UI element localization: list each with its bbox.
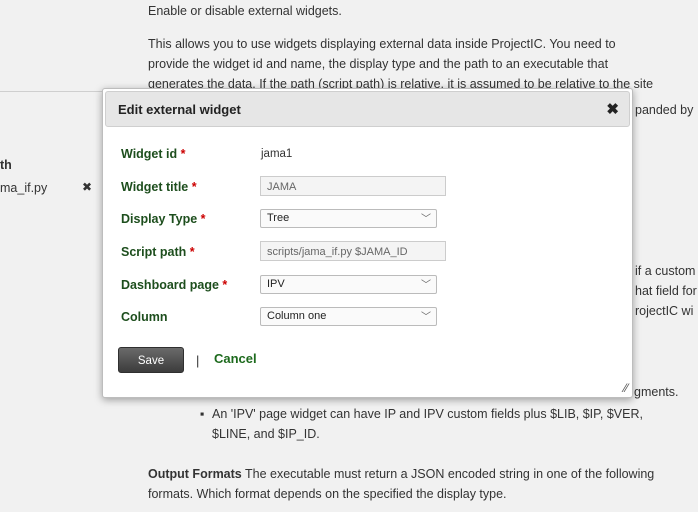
intro-line: Enable or disable external widgets. (148, 4, 342, 18)
column-select[interactable]: Column one ﹀ (260, 307, 437, 326)
dialog-header: Edit external widget ✖ (105, 91, 630, 127)
right-fragment: panded by (635, 103, 694, 117)
partial-bullet-text: gments. (634, 385, 679, 399)
description-paragraph: This allows you to use widgets displayin… (148, 34, 698, 94)
dialog-title: Edit external widget (118, 102, 241, 117)
save-button[interactable]: Save (118, 347, 184, 373)
bullet-list: ▪ An 'IPV' page widget can have IP and I… (200, 404, 698, 444)
bullet-icon: ▪ (200, 407, 205, 421)
widget-title-row: Widget title * JAMA (121, 176, 621, 198)
widget-id-value: jama1 (261, 148, 293, 160)
column-row: Column Column one ﹀ (121, 306, 621, 328)
delete-icon[interactable]: ✖ (82, 180, 92, 194)
button-separator: | (196, 353, 200, 368)
cancel-link[interactable]: Cancel (214, 351, 257, 366)
right-fragment: hat field for (635, 284, 697, 298)
display-type-label: Display Type * (121, 212, 206, 226)
widget-id-label: Widget id * (121, 147, 186, 161)
output-formats-paragraph: Output Formats The executable must retur… (148, 464, 698, 504)
dashboard-page-row: Dashboard page * IPV ﹀ (121, 274, 621, 296)
right-fragment: if a custom (635, 264, 696, 278)
chevron-down-icon: ﹀ (421, 312, 431, 323)
script-path-row: Script path * scripts/jama_if.py $JAMA_I… (121, 241, 621, 263)
column-value: Column one (267, 310, 327, 322)
output-formats-label: Output Formats (148, 467, 242, 481)
description-line: provide the widget id and name, the disp… (148, 57, 609, 71)
script-path-cell: ma_if.py (0, 181, 48, 195)
background-text: Enable or disable external widgets. (148, 1, 698, 21)
resize-handle-icon[interactable]: ⁄⁄ (624, 381, 628, 395)
right-fragment: rojectIC wi (635, 304, 694, 318)
list-item: ▪ An 'IPV' page widget can have IP and I… (200, 404, 698, 444)
display-type-row: Display Type * Tree ﹀ (121, 208, 621, 230)
bullet-text: An 'IPV' page widget can have IP and IPV… (212, 407, 643, 421)
column-label: Column (121, 310, 168, 324)
widget-id-row: Widget id * jama1 (121, 143, 621, 165)
script-path-label: Script path * (121, 245, 195, 259)
chevron-down-icon: ﹀ (421, 214, 431, 225)
widget-title-label: Widget title * (121, 180, 197, 194)
dashboard-page-label: Dashboard page * (121, 278, 228, 292)
output-formats-text: The executable must return a JSON encode… (241, 467, 655, 481)
widget-title-input[interactable]: JAMA (260, 176, 446, 196)
bullet-text-cont: $LINE, and $IP_ID. (212, 427, 320, 441)
display-type-value: Tree (267, 212, 290, 224)
output-formats-text2: formats. Which format depends on the spe… (148, 487, 507, 501)
description-line: This allows you to use widgets displayin… (148, 37, 616, 51)
dashboard-page-value: IPV (267, 278, 285, 290)
close-icon[interactable]: ✖ (606, 100, 619, 118)
script-path-input[interactable]: scripts/jama_if.py $JAMA_ID (260, 241, 446, 261)
edit-widget-dialog: Edit external widget ✖ Widget id * jama1… (102, 88, 633, 398)
display-type-select[interactable]: Tree ﹀ (260, 209, 437, 228)
chevron-down-icon: ﹀ (421, 280, 431, 291)
dashboard-page-select[interactable]: IPV ﹀ (260, 275, 437, 294)
path-column-header: th (0, 158, 12, 172)
